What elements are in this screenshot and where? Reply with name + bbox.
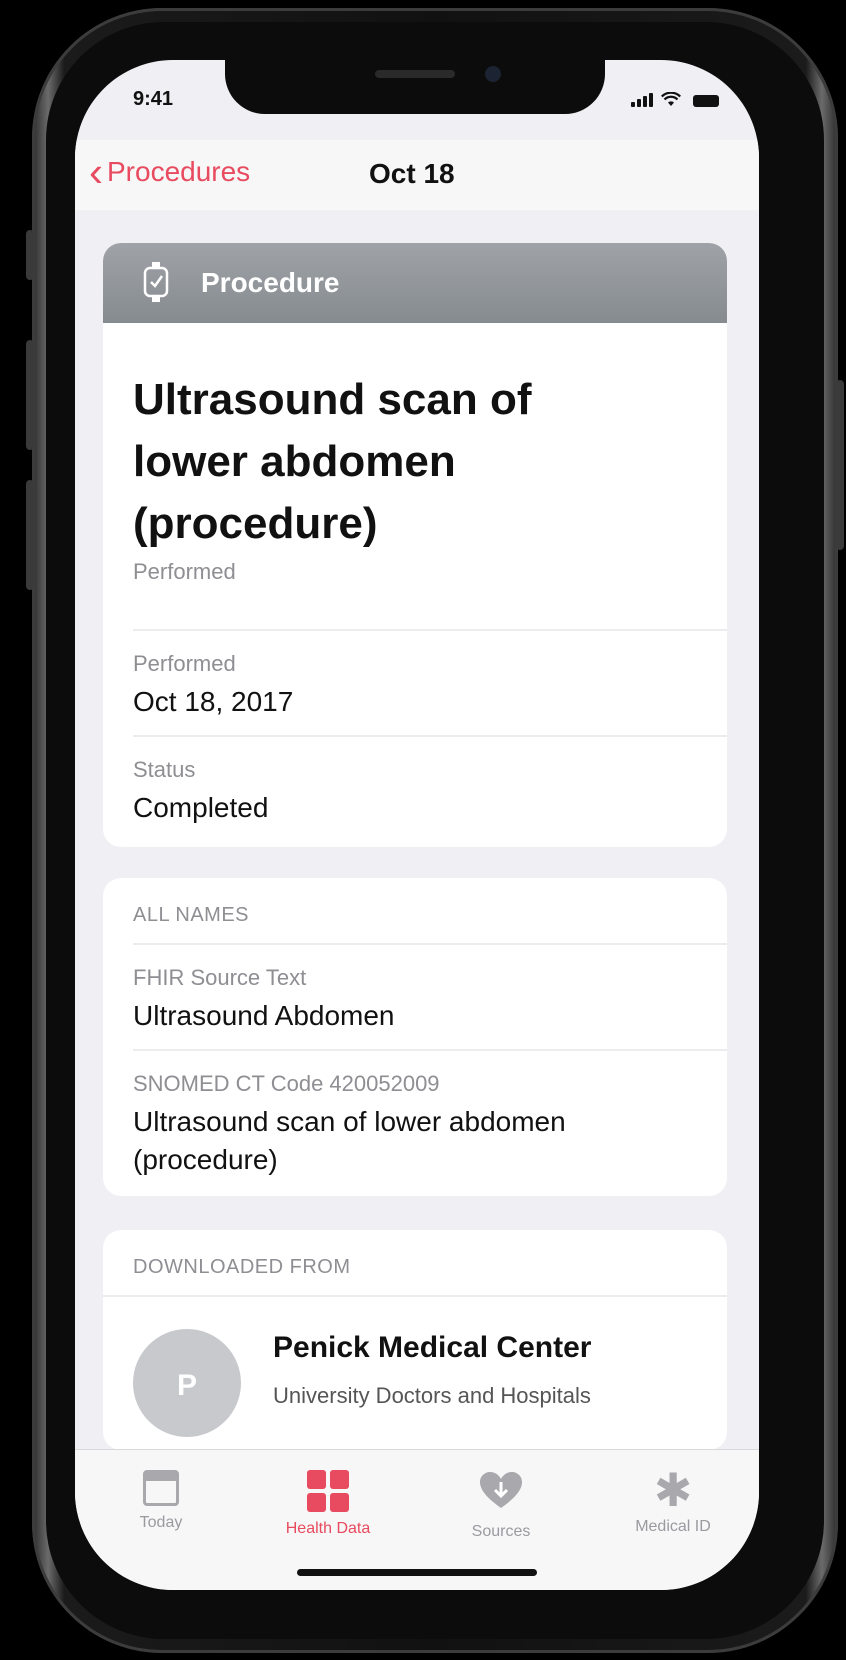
status-value: Completed	[133, 792, 269, 823]
asterisk-icon: ✱	[653, 1464, 693, 1516]
tab-sources-label: Sources	[471, 1523, 531, 1540]
procedure-subtitle: Performed	[133, 559, 236, 584]
tab-sources[interactable]: Sources	[441, 1470, 561, 1541]
status-row: Status Completed	[103, 737, 727, 841]
tab-today[interactable]: Today	[101, 1470, 221, 1532]
back-button[interactable]: ‹ Procedures	[89, 148, 251, 195]
performed-label: Performed	[133, 651, 236, 676]
tab-today-label: Today	[139, 1514, 183, 1531]
calendar-icon	[143, 1470, 179, 1506]
procedure-card: Procedure Ultrasound scan of lower abdom…	[103, 243, 727, 847]
avatar: P	[133, 1329, 241, 1437]
tab-medical-id[interactable]: ✱ Medical ID	[613, 1464, 733, 1536]
procedure-title-line-2: lower abdomen	[133, 437, 456, 486]
performed-row: Performed Oct 18, 2017	[103, 631, 727, 735]
back-button-label: Procedures	[107, 156, 251, 187]
fhir-source-row: FHIR Source Text Ultrasound Abdomen	[103, 945, 727, 1049]
procedure-card-header: Procedure	[103, 243, 727, 323]
snomed-label: SNOMED CT Code 420052009	[133, 1071, 440, 1096]
snomed-value-line-1: Ultrasound scan of lower abdomen	[133, 1106, 566, 1137]
home-indicator[interactable]	[297, 1569, 537, 1576]
procedure-icon	[143, 262, 169, 302]
page-title: Oct 18	[369, 158, 455, 189]
procedure-title-line-1: Ultrasound scan of	[133, 375, 532, 424]
wifi-icon	[661, 92, 681, 106]
heart-icon	[480, 1472, 522, 1508]
power-button	[836, 380, 844, 550]
performed-value: Oct 18, 2017	[133, 686, 294, 717]
source-organization: University Doctors and Hospitals	[273, 1383, 591, 1408]
snomed-row: SNOMED CT Code 420052009 Ultrasound scan…	[103, 1051, 727, 1193]
tab-medical-id-label: Medical ID	[635, 1518, 711, 1535]
snomed-value: Ultrasound scan of lower abdomen (proced…	[133, 1103, 697, 1179]
downloaded-from-heading: DOWNLOADED FROM	[133, 1256, 351, 1278]
navigation-bar: ‹ Procedures Oct 18	[75, 140, 759, 210]
all-names-heading: ALL NAMES	[133, 904, 250, 926]
snomed-value-line-2: (procedure)	[133, 1144, 278, 1175]
fhir-source-value: Ultrasound Abdomen	[133, 1000, 395, 1031]
fhir-source-label: FHIR Source Text	[133, 965, 307, 990]
screen: 9:41 ‹ Procedures Oct 18 Procedure Ultra…	[75, 60, 759, 1590]
front-camera	[485, 66, 501, 82]
speaker	[375, 70, 455, 78]
volume-down-button	[26, 480, 34, 590]
scroll-content[interactable]: Procedure Ultrasound scan of lower abdom…	[75, 210, 759, 1450]
avatar-letter: P	[177, 1369, 198, 1402]
procedure-title-line-3: (procedure)	[133, 499, 378, 548]
downloaded-from-card: DOWNLOADED FROM P Penick Medical Center …	[103, 1230, 727, 1450]
grid-icon	[307, 1470, 349, 1512]
all-names-card: ALL NAMES FHIR Source Text Ultrasound Ab…	[103, 878, 727, 1196]
source-name: Penick Medical Center	[273, 1331, 592, 1364]
notch	[225, 60, 605, 114]
procedure-header-label: Procedure	[201, 267, 340, 298]
battery-icon	[693, 95, 719, 107]
status-icons	[631, 92, 719, 107]
signal-icon	[631, 93, 653, 107]
tab-health-data-label: Health Data	[285, 1520, 371, 1537]
source-row[interactable]: P Penick Medical Center University Docto…	[103, 1297, 727, 1450]
tab-bar: Today Health Data Sources ✱ Medical ID	[75, 1449, 759, 1590]
tab-health-data[interactable]: Health Data	[268, 1470, 388, 1538]
status-time: 9:41	[133, 88, 174, 110]
chevron-left-icon: ‹	[89, 148, 103, 195]
mute-switch	[26, 230, 34, 280]
volume-up-button	[26, 340, 34, 450]
procedure-title: Ultrasound scan of lower abdomen (proced…	[103, 323, 727, 555]
status-label: Status	[133, 757, 196, 782]
